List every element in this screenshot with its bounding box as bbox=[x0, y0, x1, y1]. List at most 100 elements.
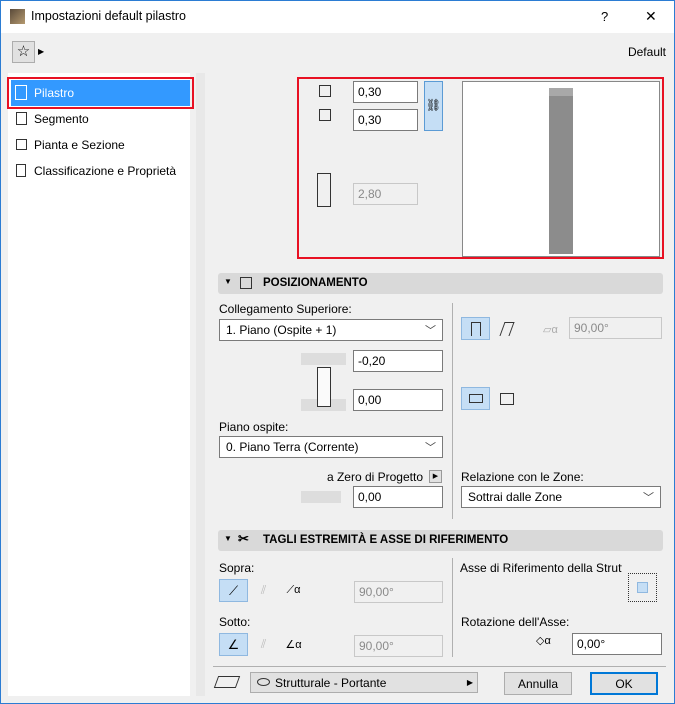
angled-cut-icon: ⟋α bbox=[286, 584, 301, 596]
chevron-down-icon: ﹀ bbox=[425, 325, 436, 337]
top-cut-horizontal-button[interactable]: ⟋ bbox=[219, 579, 248, 602]
bottom-cut-vertical-button[interactable]: ⫽ bbox=[249, 633, 278, 656]
app-logo-icon bbox=[10, 9, 25, 24]
top-cut-angle-input[interactable]: 90,00° bbox=[354, 581, 443, 603]
document-icon bbox=[16, 164, 26, 177]
section-header-cuts[interactable]: ▼ ✂ TAGLI ESTREMITÀ E ASSE DI RIFERIMENTO bbox=[218, 530, 663, 551]
bottom-offset-input[interactable]: 0,00 bbox=[353, 389, 443, 411]
horizontal-cut-icon: ⟋ bbox=[228, 582, 239, 598]
ok-button[interactable]: OK bbox=[590, 672, 658, 695]
top-cut-label: Sopra: bbox=[219, 561, 255, 575]
arrow-right-icon: ▶ bbox=[466, 678, 473, 687]
slanted-column-icon bbox=[498, 321, 515, 336]
height-input[interactable]: 2,80 bbox=[353, 183, 418, 205]
chain-link-icon: ⛓ bbox=[425, 98, 442, 112]
3d-preview[interactable] bbox=[462, 81, 660, 257]
height-icon bbox=[317, 173, 331, 207]
sidebar-item-pilastro[interactable]: Pilastro bbox=[11, 80, 190, 106]
vertical-cut-icon: ⫽ bbox=[260, 583, 267, 597]
bottom-cut-horizontal-button[interactable]: ∠ bbox=[219, 633, 248, 656]
sidebar-item-classificazione[interactable]: Classificazione e Proprietà bbox=[11, 158, 190, 184]
angled-cut-icon: ∠α bbox=[285, 639, 302, 651]
column-preview-shape bbox=[549, 92, 573, 254]
bottom-cut-angled-button[interactable]: ∠α bbox=[279, 633, 308, 656]
chevron-down-icon: ﹀ bbox=[643, 492, 654, 504]
axis-rotation-input[interactable]: 0,00° bbox=[572, 633, 662, 655]
slant-angle-input[interactable]: 90,00° bbox=[569, 317, 662, 339]
dialog-window: Impostazioni default pilastro ? ✕ ☆ ▶ Def… bbox=[0, 0, 675, 704]
width-icon bbox=[319, 85, 331, 97]
select-value: 1. Piano (Ospite + 1) bbox=[226, 323, 337, 337]
layer-select[interactable]: Strutturale - Portante ▶ bbox=[250, 672, 478, 693]
eye-icon bbox=[257, 678, 270, 686]
zones-select[interactable]: Sottrai dalle Zone ﹀ bbox=[461, 486, 661, 508]
footer-divider bbox=[213, 666, 666, 667]
section-title: POSIZIONAMENTO bbox=[263, 277, 368, 289]
collapse-triangle-icon: ▼ bbox=[224, 277, 232, 286]
sidebar-item-label: Classificazione e Proprietà bbox=[34, 164, 177, 178]
vertical-column-button[interactable] bbox=[461, 317, 490, 340]
panel-scrollbar[interactable] bbox=[196, 73, 205, 696]
column-wrapped-button[interactable] bbox=[492, 387, 521, 410]
column-in-wall-button[interactable] bbox=[461, 387, 490, 410]
horizontal-cut-icon: ∠ bbox=[227, 636, 240, 652]
axis-rotation-icon: ◇α bbox=[536, 635, 551, 647]
home-story-select[interactable]: 0. Piano Terra (Corrente) ﹀ bbox=[219, 436, 443, 458]
reference-level-label: a Zero di Progetto bbox=[326, 470, 423, 484]
layer-value: Strutturale - Portante bbox=[275, 676, 387, 690]
sidebar-item-label: Pilastro bbox=[34, 86, 75, 100]
top-link-select[interactable]: 1. Piano (Ospite + 1) ﹀ bbox=[219, 319, 443, 341]
cancel-button[interactable]: Annulla bbox=[504, 672, 572, 695]
divider bbox=[452, 558, 453, 657]
vertical-column-icon bbox=[470, 321, 481, 336]
column-wrapped-icon bbox=[499, 392, 514, 405]
plan-section-icon bbox=[16, 139, 27, 150]
close-button[interactable]: ✕ bbox=[645, 8, 657, 25]
section-title: TAGLI ESTREMITÀ E ASSE DI RIFERIMENTO bbox=[263, 534, 509, 546]
bottom-cut-angle-input[interactable]: 90,00° bbox=[354, 635, 443, 657]
help-button[interactable]: ? bbox=[601, 9, 608, 24]
preset-name: Default bbox=[627, 45, 666, 59]
arrow-right-icon: ▶ bbox=[432, 473, 439, 480]
column-wall-icon bbox=[468, 394, 483, 403]
select-value: Sottrai dalle Zone bbox=[468, 490, 563, 504]
slant-angle-icon: ▱α bbox=[543, 324, 558, 336]
zones-label: Relazione con le Zone: bbox=[461, 470, 584, 484]
positioning-icon bbox=[240, 277, 252, 289]
top-offset-input[interactable]: -0,20 bbox=[353, 350, 443, 372]
top-link-label: Collegamento Superiore: bbox=[219, 302, 352, 316]
reference-elevation-input[interactable]: 0,00 bbox=[353, 486, 443, 508]
sidebar-item-segmento[interactable]: Segmento bbox=[11, 106, 190, 132]
title-bar: Impostazioni default pilastro ? ✕ bbox=[1, 1, 674, 33]
column-preview-top bbox=[549, 88, 573, 96]
sidebar-item-label: Pianta e Sezione bbox=[34, 138, 125, 152]
star-icon: ☆ bbox=[16, 43, 31, 60]
slanted-column-button[interactable] bbox=[492, 317, 521, 340]
top-cut-angled-button[interactable]: ⟋α bbox=[279, 579, 308, 602]
reference-level-menu-button[interactable]: ▶ bbox=[429, 470, 442, 483]
width-input[interactable]: 0,30 bbox=[353, 81, 418, 103]
depth-icon bbox=[319, 109, 331, 121]
arrow-right-icon: ▶ bbox=[38, 47, 45, 56]
column-icon bbox=[15, 85, 27, 100]
axis-rotation-label: Rotazione dell'Asse: bbox=[461, 615, 570, 629]
window-title: Impostazioni default pilastro bbox=[31, 9, 186, 23]
anchor-center-selected[interactable] bbox=[637, 582, 648, 593]
segment-icon bbox=[16, 112, 27, 125]
depth-input[interactable]: 0,30 bbox=[353, 109, 418, 131]
home-story-label: Piano ospite: bbox=[219, 420, 289, 434]
vertical-cut-icon: ⫽ bbox=[260, 637, 267, 651]
favorites-button[interactable]: ☆ ▶ bbox=[12, 41, 44, 63]
offset-diagram-icon bbox=[301, 353, 346, 411]
section-header-positioning[interactable]: ▼ POSIZIONAMENTO bbox=[218, 273, 663, 294]
anchor-point-grid[interactable] bbox=[628, 573, 657, 602]
sidebar-item-label: Segmento bbox=[34, 112, 89, 126]
sidebar-item-pianta-sezione[interactable]: Pianta e Sezione bbox=[11, 132, 190, 158]
chevron-down-icon: ﹀ bbox=[425, 442, 436, 454]
link-dimensions-toggle[interactable]: ⛓ bbox=[424, 81, 443, 131]
layers-icon bbox=[213, 676, 241, 688]
top-cut-vertical-button[interactable]: ⫽ bbox=[249, 579, 278, 602]
select-value: 0. Piano Terra (Corrente) bbox=[226, 440, 359, 454]
reference-axis-label: Asse di Riferimento della Struttu bbox=[460, 561, 622, 575]
bottom-cut-label: Sotto: bbox=[219, 615, 251, 629]
